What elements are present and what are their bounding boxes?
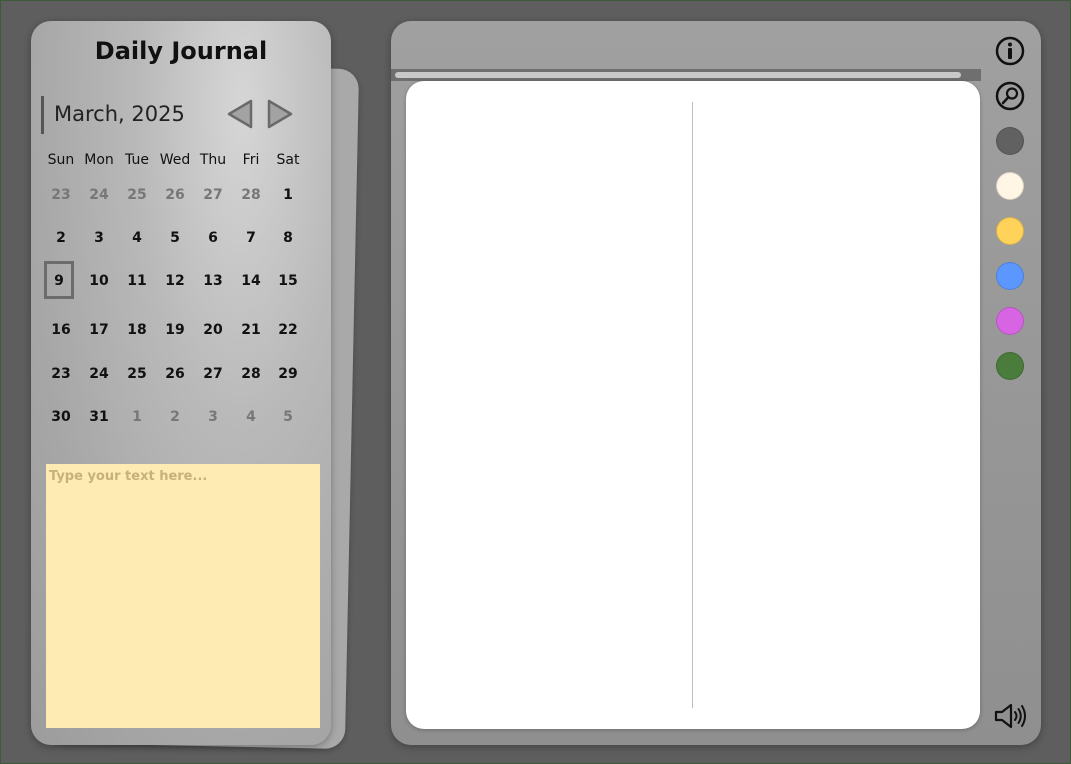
calendar-day[interactable]: 29 — [270, 366, 306, 382]
search-button[interactable] — [995, 81, 1025, 111]
calendar-day[interactable]: 24 — [81, 187, 117, 203]
color-swatch-cream[interactable] — [996, 172, 1024, 200]
search-icon — [995, 81, 1025, 111]
calendar-day[interactable]: 8 — [270, 230, 306, 246]
triangle-right-icon — [267, 99, 293, 129]
scrollbar-thumb[interactable] — [395, 72, 961, 78]
horizontal-scrollbar[interactable] — [391, 69, 981, 81]
calendar-day-selected[interactable]: 9 — [44, 261, 74, 299]
calendar-day[interactable]: 6 — [195, 230, 231, 246]
calendar-week-row: 23 24 25 26 27 28 1 — [43, 187, 313, 211]
calendar-day[interactable]: 25 — [119, 366, 155, 382]
weekday-label: Fri — [242, 152, 260, 168]
calendar-day[interactable]: 3 — [195, 409, 231, 425]
info-icon — [995, 36, 1025, 66]
info-button[interactable] — [995, 36, 1025, 66]
weekday-label: Mon — [84, 152, 114, 168]
journal-page[interactable] — [406, 81, 980, 729]
weekday-header: Sun Mon Tue Wed Thu Fri Sat — [43, 152, 313, 170]
calendar-day[interactable]: 15 — [270, 273, 306, 289]
calendar-day[interactable]: 23 — [43, 187, 79, 203]
notes-textarea[interactable] — [46, 464, 320, 728]
triangle-left-icon — [227, 99, 253, 129]
speaker-icon — [994, 703, 1026, 729]
color-swatch-yellow[interactable] — [996, 217, 1024, 245]
calendar-day[interactable]: 27 — [195, 366, 231, 382]
page-divider — [692, 102, 693, 708]
calendar-day[interactable]: 21 — [233, 322, 269, 338]
calendar-day[interactable]: 14 — [233, 273, 269, 289]
calendar-week-row: 2345678 — [43, 230, 313, 254]
calendar-day[interactable]: 3 — [81, 230, 117, 246]
previous-month-button[interactable] — [225, 98, 255, 130]
calendar-day[interactable]: 19 — [157, 322, 193, 338]
calendar-day[interactable]: 10 — [81, 273, 117, 289]
calendar-day[interactable]: 18 — [119, 322, 155, 338]
calendar-card: Daily Journal March, 2025 Sun Mon Tue Wed Th… — [31, 21, 331, 745]
calendar-day[interactable]: 4 — [233, 409, 269, 425]
calendar-day[interactable]: 11 — [119, 273, 155, 289]
calendar-day[interactable]: 13 — [195, 273, 231, 289]
calendar-day[interactable]: 30 — [43, 409, 79, 425]
calendar-day[interactable]: 27 — [195, 187, 231, 203]
calendar-day[interactable]: 2 — [43, 230, 79, 246]
weekday-label: Sat — [276, 152, 300, 168]
calendar-day[interactable]: 5 — [270, 409, 306, 425]
calendar-day[interactable]: 5 — [157, 230, 193, 246]
calendar-week-row: 16 17 18 19 20 21 22 — [43, 322, 313, 346]
calendar-day[interactable]: 16 — [43, 322, 79, 338]
calendar-day[interactable]: 1 — [270, 187, 306, 203]
calendar-day[interactable]: 26 — [157, 366, 193, 382]
color-swatch-gray[interactable] — [996, 127, 1024, 155]
calendar-day[interactable]: 20 — [195, 322, 231, 338]
color-swatch-purple[interactable] — [996, 307, 1024, 335]
calendar-week-row: 30 31 1 2 3 4 5 — [43, 409, 313, 433]
month-label: March, 2025 — [54, 102, 185, 126]
calendar-week-row: 9 10 11 12 13 14 15 — [43, 261, 313, 299]
weekday-label: Wed — [159, 152, 191, 168]
calendar-day[interactable]: 25 — [119, 187, 155, 203]
journal-panel — [391, 21, 1041, 745]
sound-button[interactable] — [993, 701, 1027, 731]
calendar-day[interactable]: 28 — [233, 187, 269, 203]
weekday-label: Tue — [125, 152, 149, 168]
color-swatch-green[interactable] — [996, 352, 1024, 380]
calendar-day[interactable]: 2 — [157, 409, 193, 425]
app-title: Daily Journal — [94, 37, 268, 65]
calendar-day[interactable]: 12 — [157, 273, 193, 289]
calendar-day[interactable]: 31 — [81, 409, 117, 425]
calendar-week-row: 23 24 25 26 27 28 29 — [43, 366, 313, 390]
color-swatch-blue[interactable] — [996, 262, 1024, 290]
calendar-day[interactable]: 17 — [81, 322, 117, 338]
weekday-label: Sun — [47, 152, 75, 168]
calendar-day[interactable]: 23 — [43, 366, 79, 382]
calendar-day[interactable]: 7 — [233, 230, 269, 246]
calendar-day[interactable]: 1 — [119, 409, 155, 425]
calendar-day[interactable]: 28 — [233, 366, 269, 382]
next-month-button[interactable] — [265, 98, 295, 130]
calendar-day[interactable]: 24 — [81, 366, 117, 382]
weekday-label: Thu — [199, 152, 227, 168]
calendar-day[interactable]: 26 — [157, 187, 193, 203]
calendar-day[interactable]: 4 — [119, 230, 155, 246]
month-selector: March, 2025 — [41, 96, 194, 134]
calendar-day[interactable]: 22 — [270, 322, 306, 338]
